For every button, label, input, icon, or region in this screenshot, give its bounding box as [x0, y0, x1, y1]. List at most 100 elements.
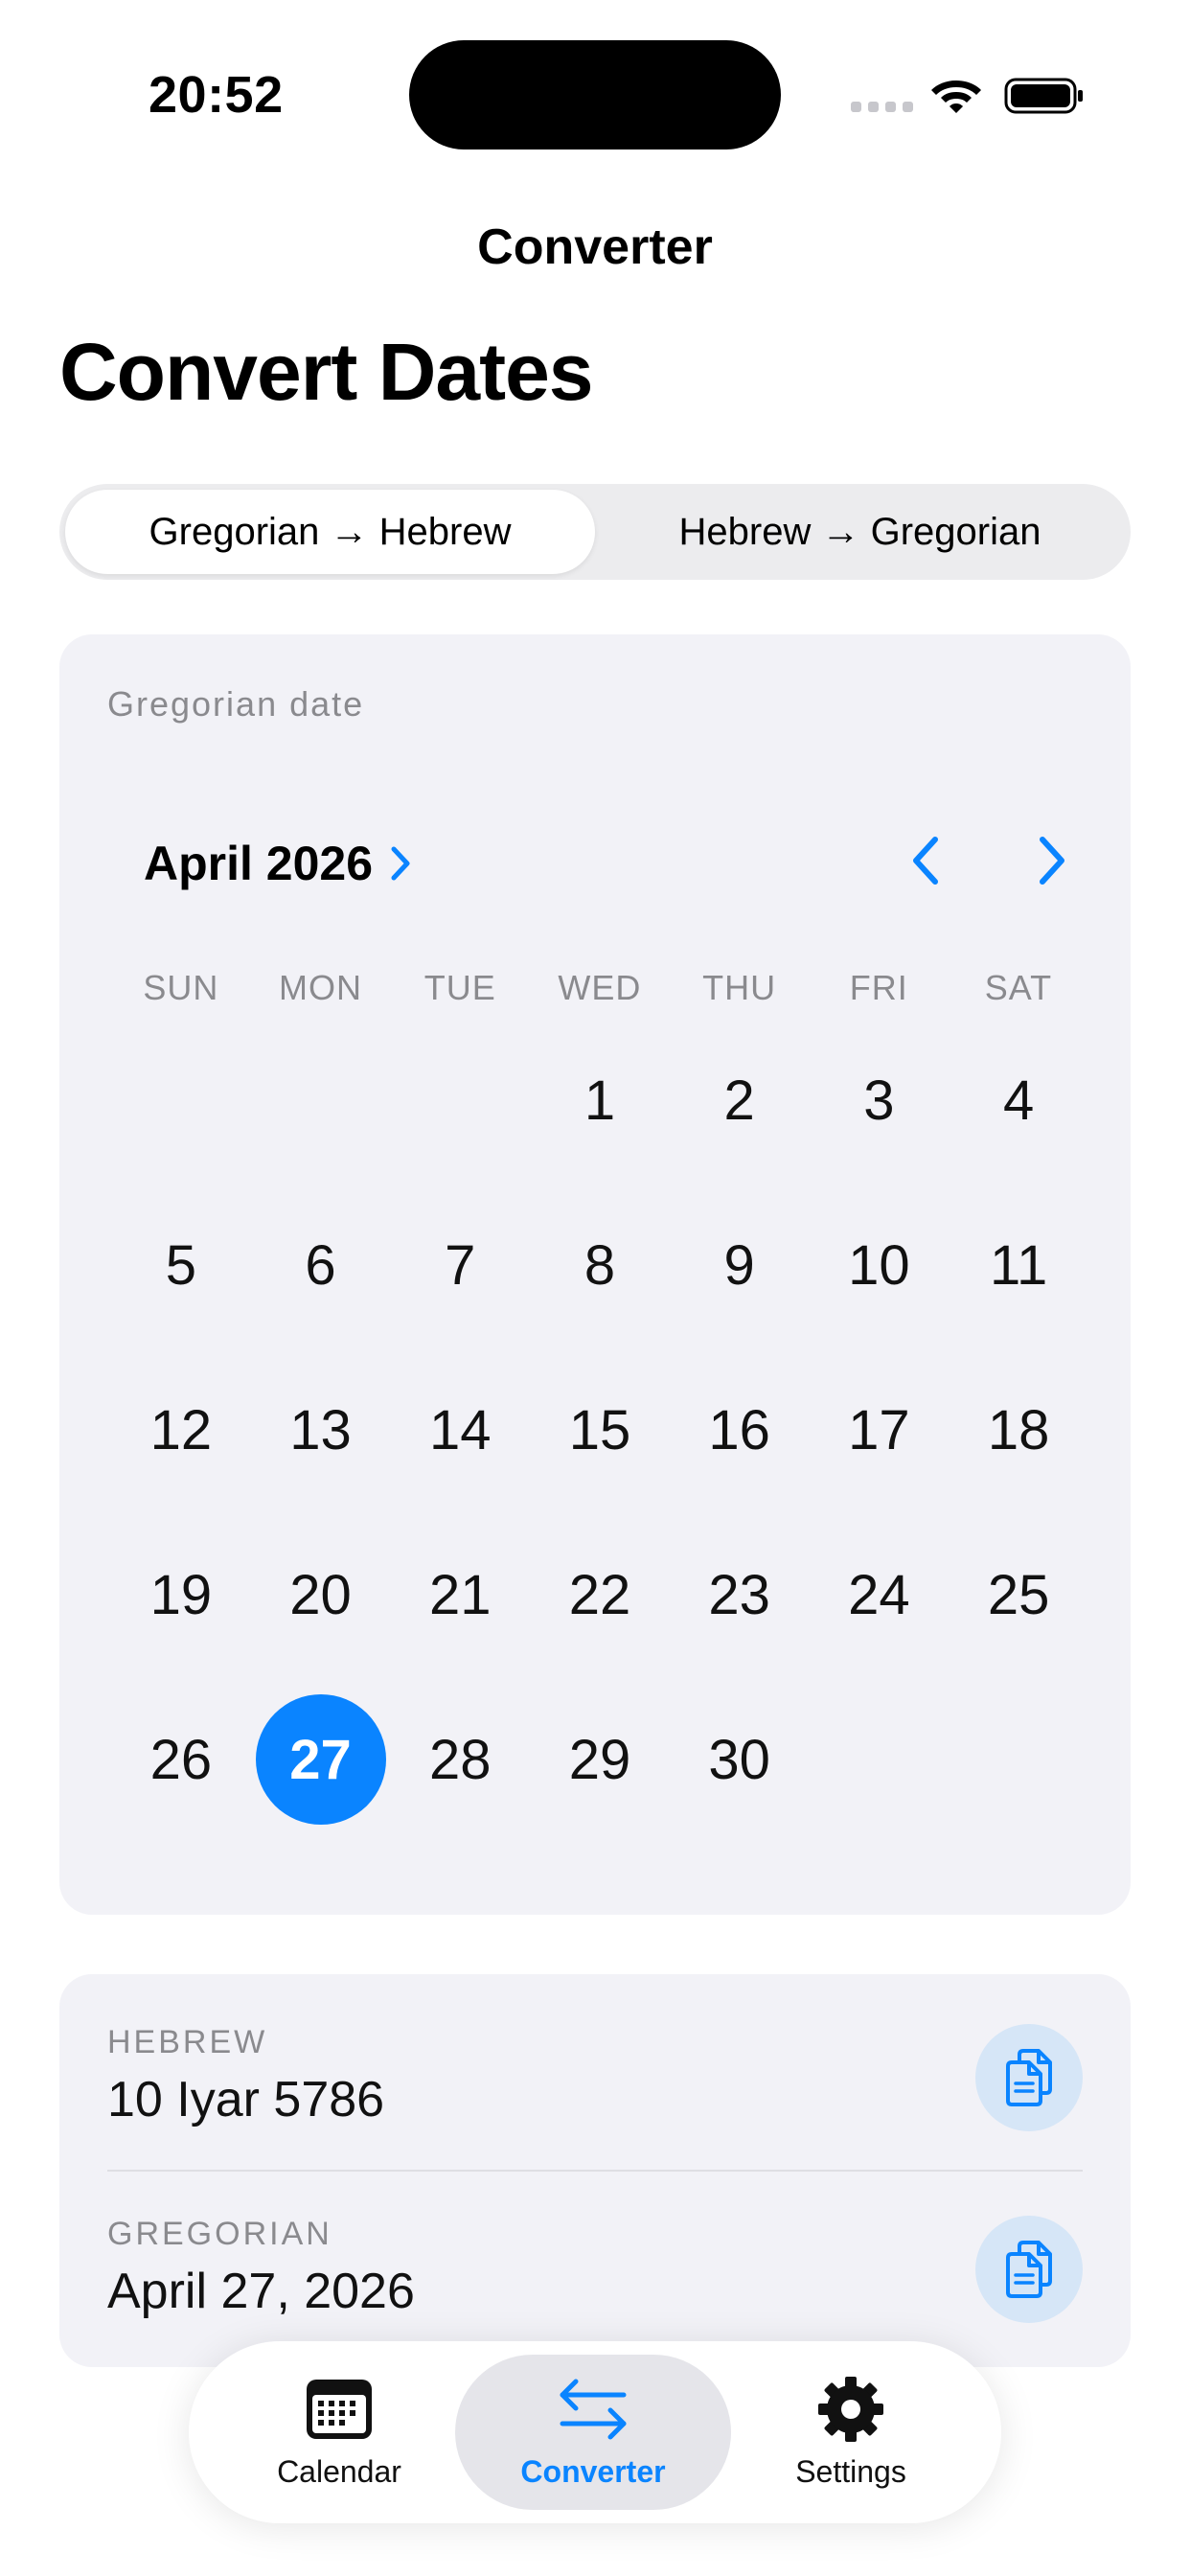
battery-icon [1004, 78, 1083, 114]
day-number: 5 [165, 1233, 196, 1297]
month-navigation [906, 834, 1071, 887]
gear-icon [818, 2376, 883, 2442]
day-number: 24 [848, 1563, 910, 1626]
cellular-signal-icon [851, 102, 913, 112]
calendar-day[interactable]: 18 [949, 1347, 1088, 1512]
weekday-label: SUN [143, 968, 219, 1007]
day-number: 20 [289, 1563, 352, 1626]
weekday-label: FRI [849, 968, 908, 1007]
calendar-day[interactable]: 6 [251, 1183, 391, 1347]
day-number: 18 [987, 1398, 1050, 1461]
calendar-day[interactable]: 7 [390, 1183, 530, 1347]
status-time: 20:52 [149, 66, 284, 124]
calendar-day[interactable]: 26 [111, 1677, 251, 1842]
weekday-label: TUE [423, 968, 496, 1007]
nav-title: Converter [477, 219, 713, 275]
weekday-header: SUN MON TUE WED THU FRI SAT [111, 968, 1088, 1008]
tab-label: Calendar [277, 2453, 401, 2489]
calendar-day[interactable]: 2 [670, 1018, 810, 1183]
weekday-label: THU [702, 968, 777, 1007]
day-number: 4 [1002, 1069, 1035, 1132]
day-number: 14 [429, 1398, 492, 1461]
calendar-day[interactable]: 9 [670, 1183, 810, 1347]
calendar-day[interactable]: 12 [111, 1347, 251, 1512]
day-number: 25 [987, 1563, 1050, 1626]
segment-hebrew-to-gregorian[interactable]: Hebrew → Gregorian [595, 490, 1125, 574]
weekday-label: SAT [984, 968, 1053, 1007]
day-number: 19 [149, 1563, 213, 1626]
calendar-day[interactable]: 20 [251, 1512, 391, 1677]
calendar-day[interactable]: 17 [810, 1347, 950, 1512]
calendar-day[interactable]: 21 [390, 1512, 530, 1677]
page-title: Convert Dates [59, 327, 594, 417]
gregorian-value: April 27, 2026 [107, 2264, 415, 2319]
section-label: Gregorian date [107, 684, 365, 724]
day-number: 8 [584, 1233, 616, 1297]
day-number: 3 [863, 1069, 895, 1132]
chevron-right-icon [391, 846, 410, 881]
weekday-label: WED [558, 968, 642, 1007]
calendar-day[interactable]: 11 [949, 1183, 1088, 1347]
tab-converter[interactable]: Converter [455, 2355, 731, 2510]
previous-month-button[interactable] [906, 834, 945, 887]
day-number: 26 [149, 1728, 213, 1791]
calendar-day[interactable]: 19 [111, 1512, 251, 1677]
arrows-swap-icon [560, 2379, 627, 2439]
result-divider [107, 2170, 1083, 2172]
calendar-day[interactable]: 30 [670, 1677, 810, 1842]
day-number: 2 [723, 1069, 755, 1132]
tab-calendar[interactable]: Calendar [212, 2355, 467, 2510]
day-number: 9 [723, 1233, 755, 1297]
conversion-direction-control: Gregorian → Hebrew Hebrew → Gregorian [59, 484, 1131, 580]
tab-label: Converter [520, 2453, 666, 2489]
day-number: 15 [568, 1398, 631, 1461]
wifi-icon [931, 80, 981, 113]
calendar-day[interactable]: 25 [949, 1512, 1088, 1677]
calendar-day[interactable]: 3 [810, 1018, 950, 1183]
tab-label: Settings [795, 2453, 906, 2489]
calendar-day[interactable]: 23 [670, 1512, 810, 1677]
calendar-day[interactable]: 1 [530, 1018, 670, 1183]
gregorian-label: GREGORIAN [107, 2216, 332, 2252]
tab-settings[interactable]: Settings [723, 2355, 978, 2510]
day-number: 29 [568, 1728, 631, 1791]
selected-day[interactable]: 27 [251, 1677, 391, 1842]
day-number: 11 [990, 1233, 1048, 1297]
calendar-day[interactable]: 28 [390, 1677, 530, 1842]
month-label: April 2026 [144, 837, 374, 890]
calendar-day[interactable]: 10 [810, 1183, 950, 1347]
calendar-day[interactable]: 4 [949, 1018, 1088, 1183]
date-picker-card: Gregorian date April 2026 SUN MON TUE WE… [59, 634, 1131, 1915]
weekday-label: MON [279, 968, 363, 1007]
copy-icon [1006, 2241, 1052, 2298]
day-number: 6 [305, 1233, 336, 1297]
day-number: 23 [708, 1563, 770, 1626]
calendar-day[interactable]: 15 [530, 1347, 670, 1512]
copy-hebrew-button[interactable] [975, 2024, 1083, 2131]
tab-bar: Calendar Converter Settings [189, 2341, 1001, 2523]
day-number: 28 [429, 1728, 492, 1791]
calendar-day[interactable]: 13 [251, 1347, 391, 1512]
day-number: 16 [708, 1398, 770, 1461]
calendar-day[interactable]: 22 [530, 1512, 670, 1677]
segment-gregorian-to-hebrew[interactable]: Gregorian → Hebrew [65, 490, 595, 574]
day-number: 22 [568, 1563, 631, 1626]
calendar-day[interactable]: 24 [810, 1512, 950, 1677]
day-number: 30 [708, 1728, 770, 1791]
copy-icon [1006, 2049, 1052, 2106]
day-number: 13 [289, 1398, 352, 1461]
calendar-day[interactable]: 14 [390, 1347, 530, 1512]
calendar-day[interactable]: 16 [670, 1347, 810, 1512]
day-number: 12 [149, 1398, 213, 1461]
day-number: 10 [848, 1233, 910, 1297]
next-month-button[interactable] [1033, 834, 1071, 887]
calendar-day[interactable]: 29 [530, 1677, 670, 1842]
day-number: 21 [429, 1563, 492, 1626]
calendar-day[interactable]: 5 [111, 1183, 251, 1347]
copy-gregorian-button[interactable] [975, 2216, 1083, 2323]
day-number: 17 [848, 1398, 910, 1461]
month-year-picker[interactable]: April 2026 [144, 836, 411, 891]
calendar-icon [307, 2379, 372, 2439]
calendar-day[interactable]: 8 [530, 1183, 670, 1347]
hebrew-label: HEBREW [107, 2024, 268, 2060]
